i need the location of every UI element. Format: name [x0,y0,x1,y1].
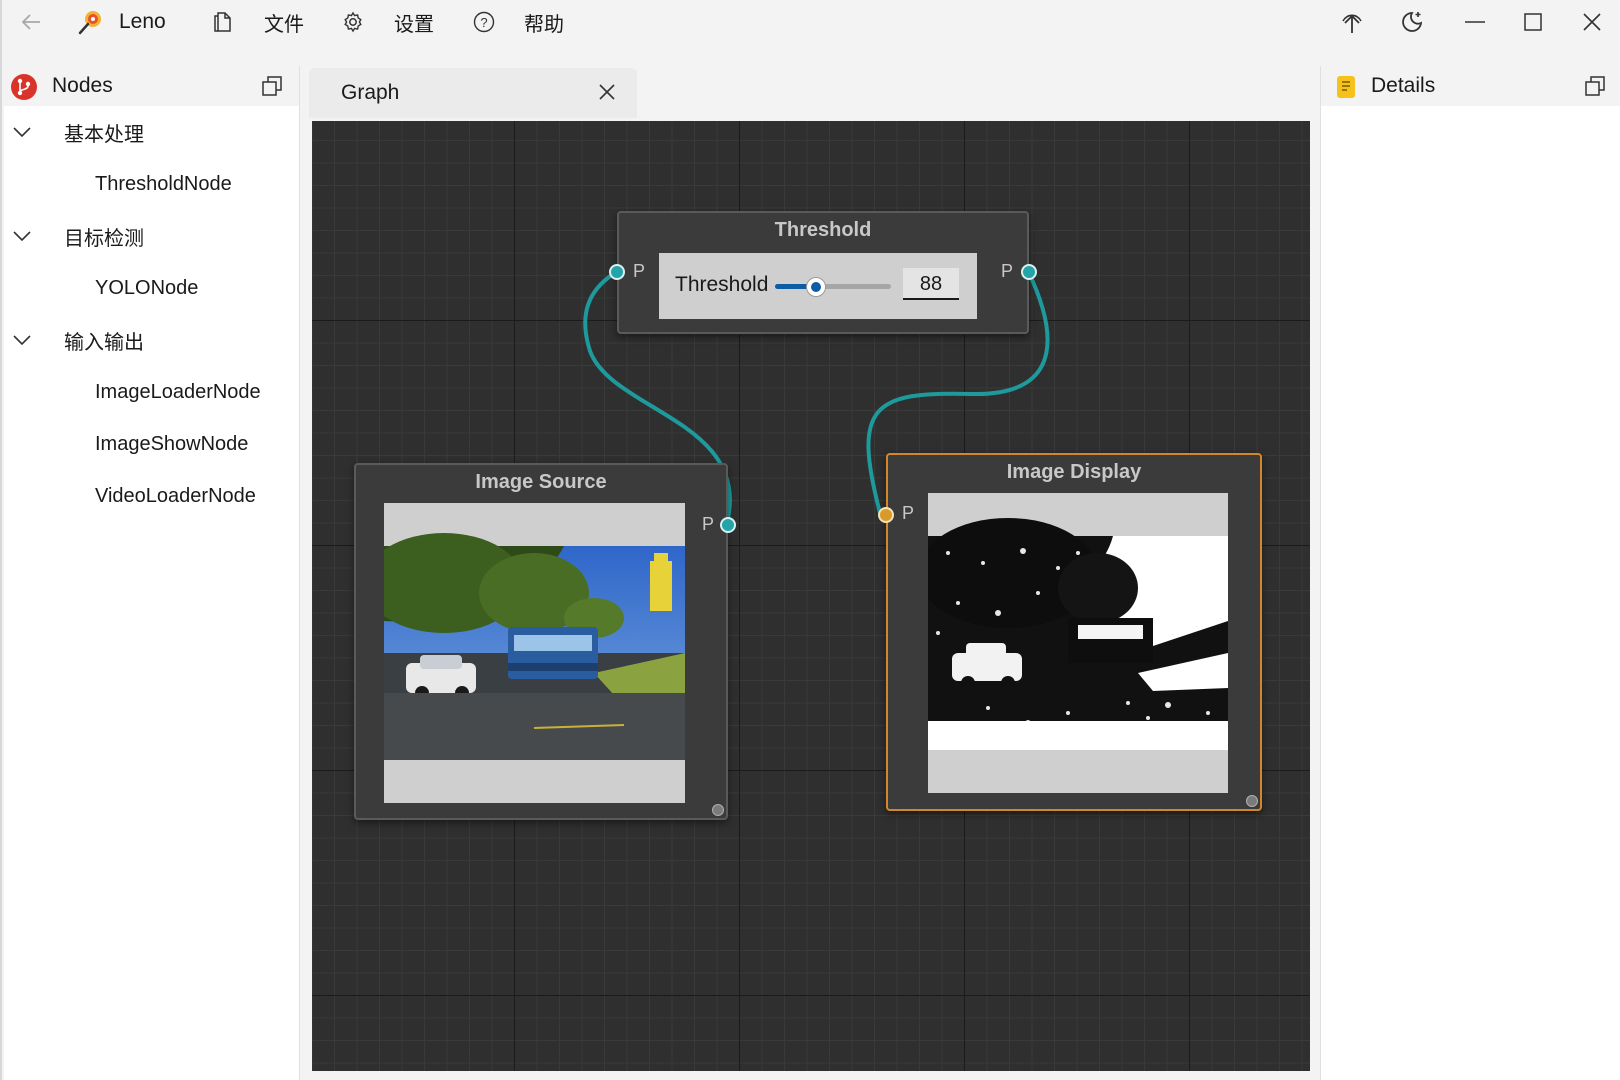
node-title: Threshold [774,219,872,241]
upload-icon [1342,14,1362,33]
chevron-down-icon[interactable] [12,330,32,350]
tab-graph-label: Graph [341,81,400,104]
dock-icon[interactable] [261,75,283,97]
details-panel-header: Details [1321,66,1620,106]
chevron-down-icon[interactable] [12,226,32,246]
tree-item-label: ImageLoaderNode [95,380,261,403]
gear-icon[interactable] [340,0,366,44]
node-title: Image Display [1006,461,1142,483]
street-photo [384,503,685,803]
output-port[interactable] [720,517,736,533]
help-icon[interactable]: ? [471,0,497,44]
node-title: Image Source [475,471,607,493]
threshold-value-input[interactable]: 88 [903,268,959,300]
nodes-panel-header: Nodes [4,66,299,106]
tree-item-threshold-node[interactable]: ThresholdNode [4,158,299,210]
moon-icon [1402,12,1423,32]
tree-item-label: ThresholdNode [95,172,232,195]
threshold-node[interactable]: Threshold P P Threshold 88 [609,211,1037,334]
details-panel-title: Details [1371,74,1436,97]
resize-handle[interactable] [712,804,724,816]
input-port[interactable] [878,507,894,523]
resize-handle[interactable] [1246,795,1258,807]
theme-toggle-button[interactable] [1396,0,1428,44]
tree-group-io[interactable]: 输入输出 [4,314,299,366]
branch-icon [11,74,37,100]
graph-canvas[interactable]: Threshold P P Threshold 88 Image Source … [312,121,1310,1071]
image-source-node[interactable]: Image Source P [354,463,736,820]
close-window-button[interactable] [1574,0,1610,44]
svg-text:?: ? [480,15,487,30]
tree-item-yolo-node[interactable]: YOLONode [4,262,299,314]
close-icon [1583,13,1601,31]
menu-help[interactable]: 帮助 [524,0,564,44]
tree-item-label: ImageShowNode [95,432,249,455]
slider-thumb[interactable] [805,277,826,297]
tree-item-label: YOLONode [95,276,199,299]
close-icon[interactable] [597,82,617,102]
menu-settings[interactable]: 设置 [394,0,434,44]
back-button[interactable] [16,0,46,44]
output-port[interactable] [1021,264,1037,280]
note-icon [1337,76,1355,98]
tree-group-label: 目标检测 [64,227,144,250]
nodes-panel: Nodes 基本处理 ThresholdNode 目标检测 YOLONode 输… [4,66,300,1080]
maximize-icon [1524,13,1542,31]
maximize-button[interactable] [1515,0,1551,44]
input-port-label: P [902,503,915,523]
app-window: Leno 文件 设置 ? 帮助 Nodes 基本处理 ThresholdNode… [0,0,1620,1080]
threshold-image-preview [928,493,1228,793]
output-port-label: P [701,514,714,534]
details-panel: Details [1320,66,1620,1080]
minimize-button[interactable] [1457,0,1493,44]
node-tree: 基本处理 ThresholdNode 目标检测 YOLONode 输入输出 Im… [4,106,299,522]
source-image-preview [384,503,685,803]
app-logo-icon [76,0,104,44]
dock-icon[interactable] [1584,75,1606,97]
tree-group-label: 基本处理 [64,123,144,146]
threshold-slider[interactable] [775,284,891,289]
tab-graph[interactable]: Graph [309,68,637,118]
tree-group-detection[interactable]: 目标检测 [4,210,299,262]
threshold-label: Threshold [675,273,769,296]
tree-group-label: 输入输出 [64,331,144,354]
binary-photo [928,493,1228,793]
tree-item-image-loader-node[interactable]: ImageLoaderNode [4,366,299,418]
image-display-node[interactable]: Image Display P [878,453,1262,811]
title-bar: Leno 文件 设置 ? 帮助 [2,0,1620,44]
file-icon[interactable] [210,0,236,44]
app-name: Leno [119,10,166,33]
output-port-label: P [1000,261,1013,281]
tree-item-label: VideoLoaderNode [95,484,256,507]
upload-button[interactable] [1336,0,1368,44]
input-port-label: P [633,261,646,281]
input-port[interactable] [609,264,625,280]
tree-group-basic[interactable]: 基本处理 [4,106,299,158]
threshold-param-panel: Threshold 88 [659,253,977,319]
nodes-panel-title: Nodes [52,74,113,97]
tree-item-image-show-node[interactable]: ImageShowNode [4,418,299,470]
minimize-icon [1465,21,1485,23]
tree-item-video-loader-node[interactable]: VideoLoaderNode [4,470,299,522]
menu-file[interactable]: 文件 [264,0,304,44]
chevron-down-icon[interactable] [12,122,32,142]
arrow-left-icon [21,14,40,30]
